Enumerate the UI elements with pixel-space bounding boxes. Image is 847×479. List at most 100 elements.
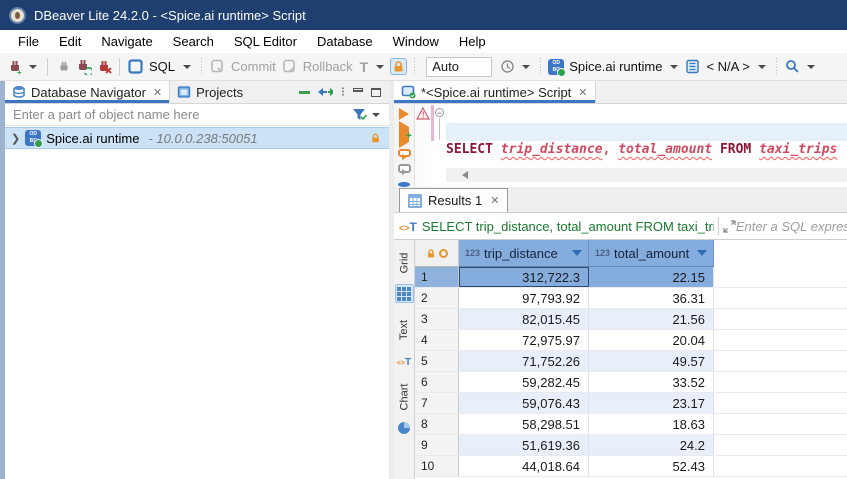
- commit-button[interactable]: Commit: [231, 59, 276, 74]
- cell[interactable]: 51,619.36: [459, 435, 589, 455]
- filter-settings[interactable]: [352, 108, 389, 121]
- cell[interactable]: 22.15: [589, 267, 714, 287]
- text-view-icon[interactable]: <>T: [395, 351, 414, 370]
- menu-navigate[interactable]: Navigate: [91, 34, 162, 49]
- cell[interactable]: 21.56: [589, 309, 714, 329]
- row-number[interactable]: 3: [415, 309, 459, 329]
- search-icon[interactable]: [784, 58, 801, 75]
- tab-text[interactable]: Text: [394, 313, 414, 347]
- connection-lock-toggle[interactable]: [390, 58, 407, 75]
- connection-dropdown[interactable]: [670, 65, 678, 69]
- transaction-log-dropdown[interactable]: [522, 65, 530, 69]
- scroll-left-icon[interactable]: [462, 171, 468, 179]
- cell[interactable]: 18.63: [589, 414, 714, 434]
- row-number[interactable]: 8: [415, 414, 459, 434]
- close-icon[interactable]: ✕: [153, 86, 162, 99]
- script-icon[interactable]: [398, 164, 411, 172]
- sort-dropdown-icon[interactable]: [697, 250, 707, 256]
- menu-edit[interactable]: Edit: [49, 34, 91, 49]
- table-row-3[interactable]: 382,015.4521.56: [415, 309, 847, 330]
- cell[interactable]: 58,298.51: [459, 414, 589, 434]
- cell[interactable]: 59,076.43: [459, 393, 589, 413]
- new-connection-icon[interactable]: +: [6, 58, 23, 75]
- execute-statement-icon[interactable]: [399, 108, 409, 120]
- column-header-total_amount[interactable]: 123total_amount: [589, 240, 714, 267]
- table-row-7[interactable]: 759,076.4323.17: [415, 393, 847, 414]
- menu-file[interactable]: File: [8, 34, 49, 49]
- close-icon[interactable]: ✕: [490, 194, 499, 207]
- cell[interactable]: 33.52: [589, 372, 714, 392]
- sql-expression-input[interactable]: [736, 219, 847, 234]
- maximize-view-icon[interactable]: [371, 88, 381, 97]
- tab-results-1[interactable]: Results 1 ✕: [399, 188, 508, 212]
- row-number[interactable]: 6: [415, 372, 459, 392]
- menu-sql-editor[interactable]: SQL Editor: [224, 34, 307, 49]
- cell[interactable]: 312,722.3: [459, 267, 589, 287]
- menu-database[interactable]: Database: [307, 34, 383, 49]
- view-menu-icon[interactable]: ⁝: [341, 87, 345, 97]
- schema-dropdown[interactable]: [758, 65, 766, 69]
- minimize-view-icon[interactable]: [353, 88, 363, 92]
- result-grid[interactable]: 123trip_distance123total_amount 1312,722…: [415, 240, 847, 479]
- row-number[interactable]: 4: [415, 330, 459, 350]
- cell[interactable]: 49.57: [589, 351, 714, 371]
- cell[interactable]: 59,282.45: [459, 372, 589, 392]
- rollback-button[interactable]: Rollback: [303, 59, 353, 74]
- sort-dropdown-icon[interactable]: [572, 250, 582, 256]
- cell[interactable]: 23.17: [589, 393, 714, 413]
- row-number[interactable]: 2: [415, 288, 459, 308]
- row-number[interactable]: 10: [415, 456, 459, 476]
- cell[interactable]: 20.04: [589, 330, 714, 350]
- tab-chart[interactable]: Chart: [391, 380, 418, 414]
- cell[interactable]: 71,752.26: [459, 351, 589, 371]
- transaction-mode-icon[interactable]: T: [360, 59, 369, 75]
- connect-icon[interactable]: [55, 58, 72, 75]
- table-row-5[interactable]: 571,752.2649.57: [415, 351, 847, 372]
- commit-mode-combo[interactable]: Auto: [426, 57, 492, 77]
- transaction-dropdown[interactable]: [376, 65, 384, 69]
- row-number[interactable]: 5: [415, 351, 459, 371]
- table-row-8[interactable]: 858,298.5118.63: [415, 414, 847, 435]
- grid-view-icon[interactable]: [395, 284, 414, 303]
- collapse-all-icon[interactable]: [299, 91, 310, 94]
- execute-script-icon[interactable]: [398, 149, 411, 157]
- cell[interactable]: 36.31: [589, 288, 714, 308]
- cell[interactable]: 82,015.45: [459, 309, 589, 329]
- expand-filter-icon[interactable]: [723, 220, 736, 233]
- tab-sql-script[interactable]: *<Spice.ai runtime> Script ✕: [394, 81, 596, 103]
- table-row-2[interactable]: 297,793.9236.31: [415, 288, 847, 309]
- row-number[interactable]: 9: [415, 435, 459, 455]
- editor-horizontal-scrollbar[interactable]: [446, 168, 847, 182]
- sql-line-1[interactable]: SELECT trip_distance, total_amount FROM …: [446, 141, 847, 159]
- filter-dropdown[interactable]: [372, 113, 380, 117]
- tab-projects[interactable]: Projects: [170, 81, 250, 103]
- tab-grid[interactable]: Grid: [394, 246, 415, 280]
- commit-icon[interactable]: [209, 58, 226, 75]
- table-row-1[interactable]: 1312,722.322.15: [415, 267, 847, 288]
- fold-collapse-icon[interactable]: −: [435, 108, 444, 117]
- sql-button-label[interactable]: SQL: [149, 59, 175, 74]
- sql-editor-icon[interactable]: [127, 58, 144, 75]
- table-row-6[interactable]: 659,282.4533.52: [415, 372, 847, 393]
- cell[interactable]: 97,793.92: [459, 288, 589, 308]
- cell[interactable]: 44,018.64: [459, 456, 589, 476]
- new-connection-dropdown[interactable]: [29, 65, 37, 69]
- disconnect-icon[interactable]: [95, 58, 112, 75]
- cell[interactable]: 72,975.97: [459, 330, 589, 350]
- active-schema-selector[interactable]: < N/A >: [706, 59, 749, 74]
- grid-corner-cell[interactable]: [415, 240, 459, 267]
- rollback-icon[interactable]: [281, 58, 298, 75]
- tab-database-navigator[interactable]: Database Navigator ✕: [5, 81, 170, 103]
- row-number[interactable]: 7: [415, 393, 459, 413]
- menu-help[interactable]: Help: [449, 34, 496, 49]
- table-row-4[interactable]: 472,975.9720.04: [415, 330, 847, 351]
- menu-window[interactable]: Window: [383, 34, 449, 49]
- active-connection-selector[interactable]: Spice.ai runtime: [569, 59, 662, 74]
- search-dropdown[interactable]: [807, 65, 815, 69]
- close-icon[interactable]: ✕: [578, 86, 587, 99]
- reconnect-icon[interactable]: [75, 58, 92, 75]
- execute-new-tab-icon[interactable]: +: [399, 127, 409, 142]
- menu-search[interactable]: Search: [163, 34, 224, 49]
- transaction-log-icon[interactable]: [499, 58, 516, 75]
- cell[interactable]: 52.43: [589, 456, 714, 476]
